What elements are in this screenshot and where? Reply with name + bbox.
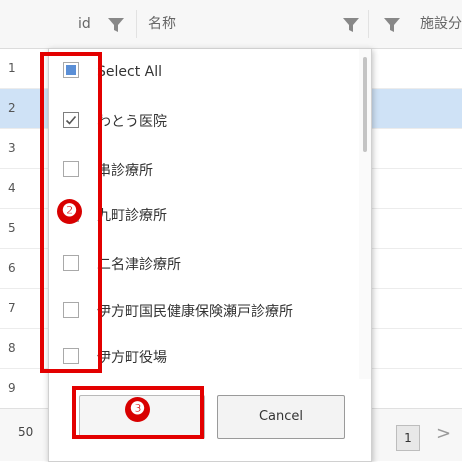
column-header-name[interactable]: 名称: [148, 0, 176, 48]
filter-option-label: 九町診療所: [97, 208, 167, 224]
scrollbar-thumb[interactable]: [363, 57, 367, 152]
filter-option-label: 伊方町国民健康保険瀬戸診療所: [97, 304, 293, 320]
filter-funnel-icon[interactable]: [108, 17, 124, 36]
annotation-badge-3: ❸: [125, 397, 150, 422]
column-header-facility[interactable]: 施設分: [420, 0, 462, 48]
filter-option-label: Select All: [97, 64, 162, 80]
filter-option-label: 二名津診療所: [97, 257, 181, 273]
filter-option-label: 串診療所: [97, 163, 153, 179]
row-number: 1: [8, 61, 16, 75]
row-number: 9: [8, 381, 16, 395]
filter-funnel-icon[interactable]: [343, 17, 359, 36]
row-number: 6: [8, 261, 16, 275]
column-divider: [136, 10, 137, 38]
column-divider: [368, 10, 369, 38]
column-header-id[interactable]: id: [78, 0, 91, 48]
filter-option-label: 伊方町役場: [97, 350, 167, 366]
row-number: 8: [8, 341, 16, 355]
next-page-icon[interactable]: >: [436, 423, 451, 444]
row-number: 7: [8, 301, 16, 315]
page-size[interactable]: 50: [18, 425, 33, 439]
row-number: 5: [8, 221, 16, 235]
annotation-badge-2: ❷: [57, 199, 82, 224]
grid-header: id 名称 施設分: [0, 0, 462, 49]
filter-option-label: わとう医院: [97, 114, 167, 130]
row-number: 3: [8, 141, 16, 155]
cancel-button[interactable]: Cancel: [217, 395, 345, 439]
filter-funnel-icon[interactable]: [384, 17, 400, 36]
row-number: 4: [8, 181, 16, 195]
row-number: 2: [8, 101, 16, 115]
page-button-current[interactable]: 1: [396, 425, 420, 451]
